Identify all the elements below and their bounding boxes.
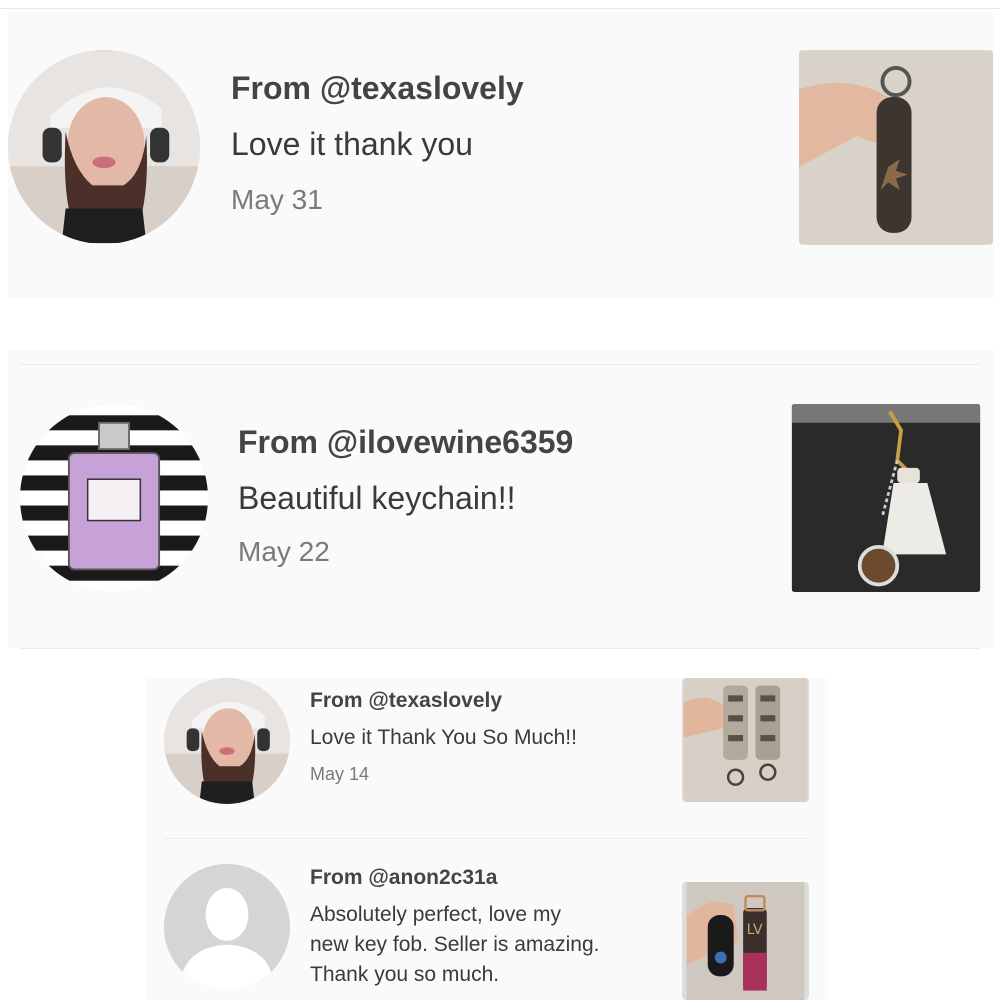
- divider: [20, 364, 980, 365]
- user-photo-icon: [8, 51, 200, 243]
- review-author[interactable]: From @anon2c31a: [310, 866, 497, 890]
- review-date: May 31: [231, 184, 323, 215]
- review-photo[interactable]: LV: [682, 882, 809, 1000]
- review-photo[interactable]: [799, 50, 993, 245]
- review-author[interactable]: From @texaslovely: [231, 70, 524, 107]
- review-card: From @texaslovely Love it thank you May …: [8, 12, 994, 298]
- keychain-photo-icon: [799, 50, 993, 245]
- review-photo[interactable]: [791, 404, 981, 592]
- svg-text:LV: LV: [747, 922, 763, 938]
- review-card: From @texaslovely Love it Thank You So M…: [146, 678, 828, 1000]
- strap-photo-icon: [683, 678, 808, 802]
- top-divider: [0, 8, 1000, 9]
- avatar[interactable]: [164, 678, 290, 804]
- review-message: Love it Thank You So Much!!: [310, 726, 577, 749]
- review-message: Beautiful keychain!!: [238, 480, 516, 516]
- review-message-line: Absolutely perfect, love my: [310, 903, 561, 926]
- perfume-bottle-icon: [20, 404, 208, 592]
- review-card: From @ilovewine6359 Beautiful keychain!!…: [8, 350, 994, 648]
- review-message-line: new key fob. Seller is amazing.: [310, 933, 600, 956]
- review-photo[interactable]: [682, 678, 809, 802]
- avatar[interactable]: [20, 404, 208, 592]
- divider: [164, 838, 810, 839]
- review-date: May 22: [238, 536, 330, 567]
- key-fob-photo-icon: LV: [686, 882, 805, 1000]
- review-author[interactable]: From @ilovewine6359: [238, 424, 573, 461]
- review-author[interactable]: From @texaslovely: [310, 689, 502, 713]
- review-date: May 14: [310, 764, 370, 784]
- avatar[interactable]: [164, 864, 290, 990]
- divider: [20, 648, 980, 649]
- review-message: Love it thank you: [231, 126, 473, 162]
- default-avatar-icon: [164, 864, 290, 990]
- user-photo-icon: [164, 678, 290, 804]
- avatar[interactable]: [8, 50, 200, 244]
- bag-charm-photo-icon: [792, 404, 980, 592]
- review-message-line: Thank you so much.: [310, 963, 500, 986]
